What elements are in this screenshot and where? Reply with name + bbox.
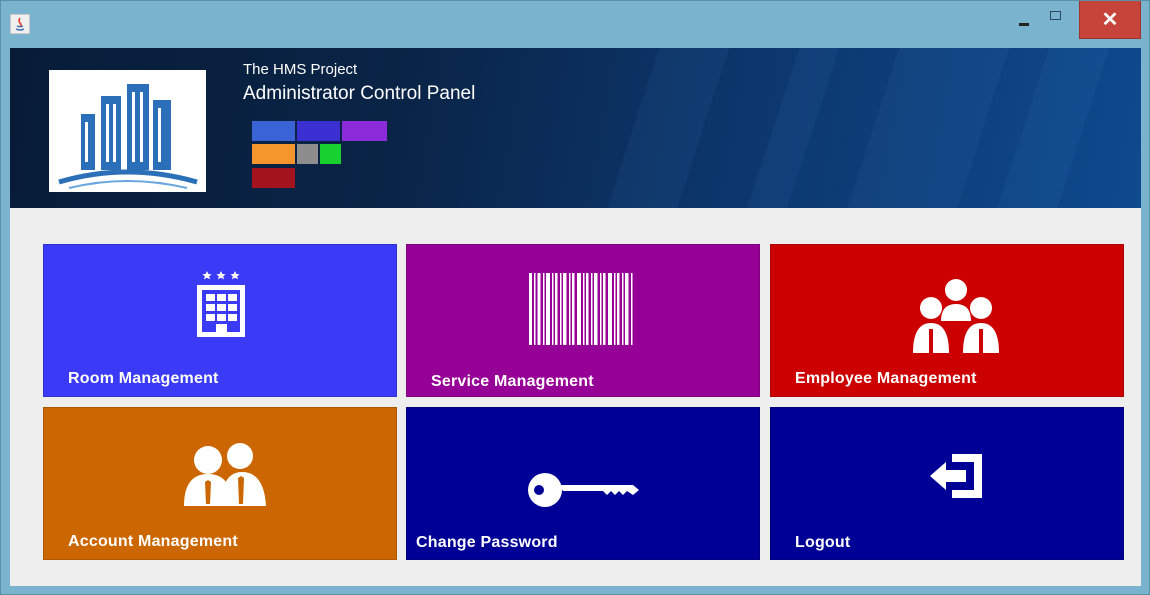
color-swatch [297, 144, 318, 164]
color-swatch [342, 121, 387, 141]
account-users-icon [176, 442, 272, 513]
color-swatch [252, 168, 295, 188]
color-swatch [252, 121, 295, 141]
logout-tile[interactable]: Logout [770, 407, 1124, 560]
employees-group-icon [911, 277, 1001, 360]
room-management-tile[interactable]: Room Management [43, 244, 397, 397]
close-icon: ✕ [1101, 9, 1119, 31]
employee-management-tile[interactable]: Employee Management [770, 244, 1124, 397]
tile-label: Room Management [68, 370, 219, 387]
color-swatch [297, 121, 340, 141]
header-banner: The HMS Project Administrator Control Pa… [10, 48, 1141, 208]
main-panel: The HMS Project Administrator Control Pa… [10, 48, 1141, 586]
tile-label: Account Management [68, 533, 238, 550]
hotel-building-icon [191, 267, 251, 347]
service-management-tile[interactable]: Service Management [406, 244, 760, 397]
account-management-tile[interactable]: Account Management [43, 407, 397, 560]
page-title: Administrator Control Panel [243, 83, 476, 104]
logout-icon [930, 452, 984, 505]
application-window: ✕ The HMS Project Administrator Control … [0, 0, 1150, 595]
hotel-logo [49, 70, 206, 192]
tile-label: Change Password [416, 534, 558, 551]
minimize-button[interactable] [1011, 1, 1039, 39]
java-app-icon[interactable] [10, 14, 30, 34]
key-icon [527, 470, 639, 515]
title-bar[interactable]: ✕ [1, 1, 1149, 49]
app-subtitle: The HMS Project [243, 61, 358, 78]
tile-label: Logout [795, 534, 851, 551]
barcode-icon [529, 273, 635, 350]
color-swatch [252, 144, 295, 164]
tile-label: Employee Management [795, 370, 977, 387]
tile-label: Service Management [431, 373, 594, 390]
color-swatch [320, 144, 341, 164]
close-button[interactable]: ✕ [1079, 1, 1141, 39]
change-password-tile[interactable]: Change Password [406, 407, 760, 560]
maximize-button[interactable] [1041, 1, 1071, 39]
